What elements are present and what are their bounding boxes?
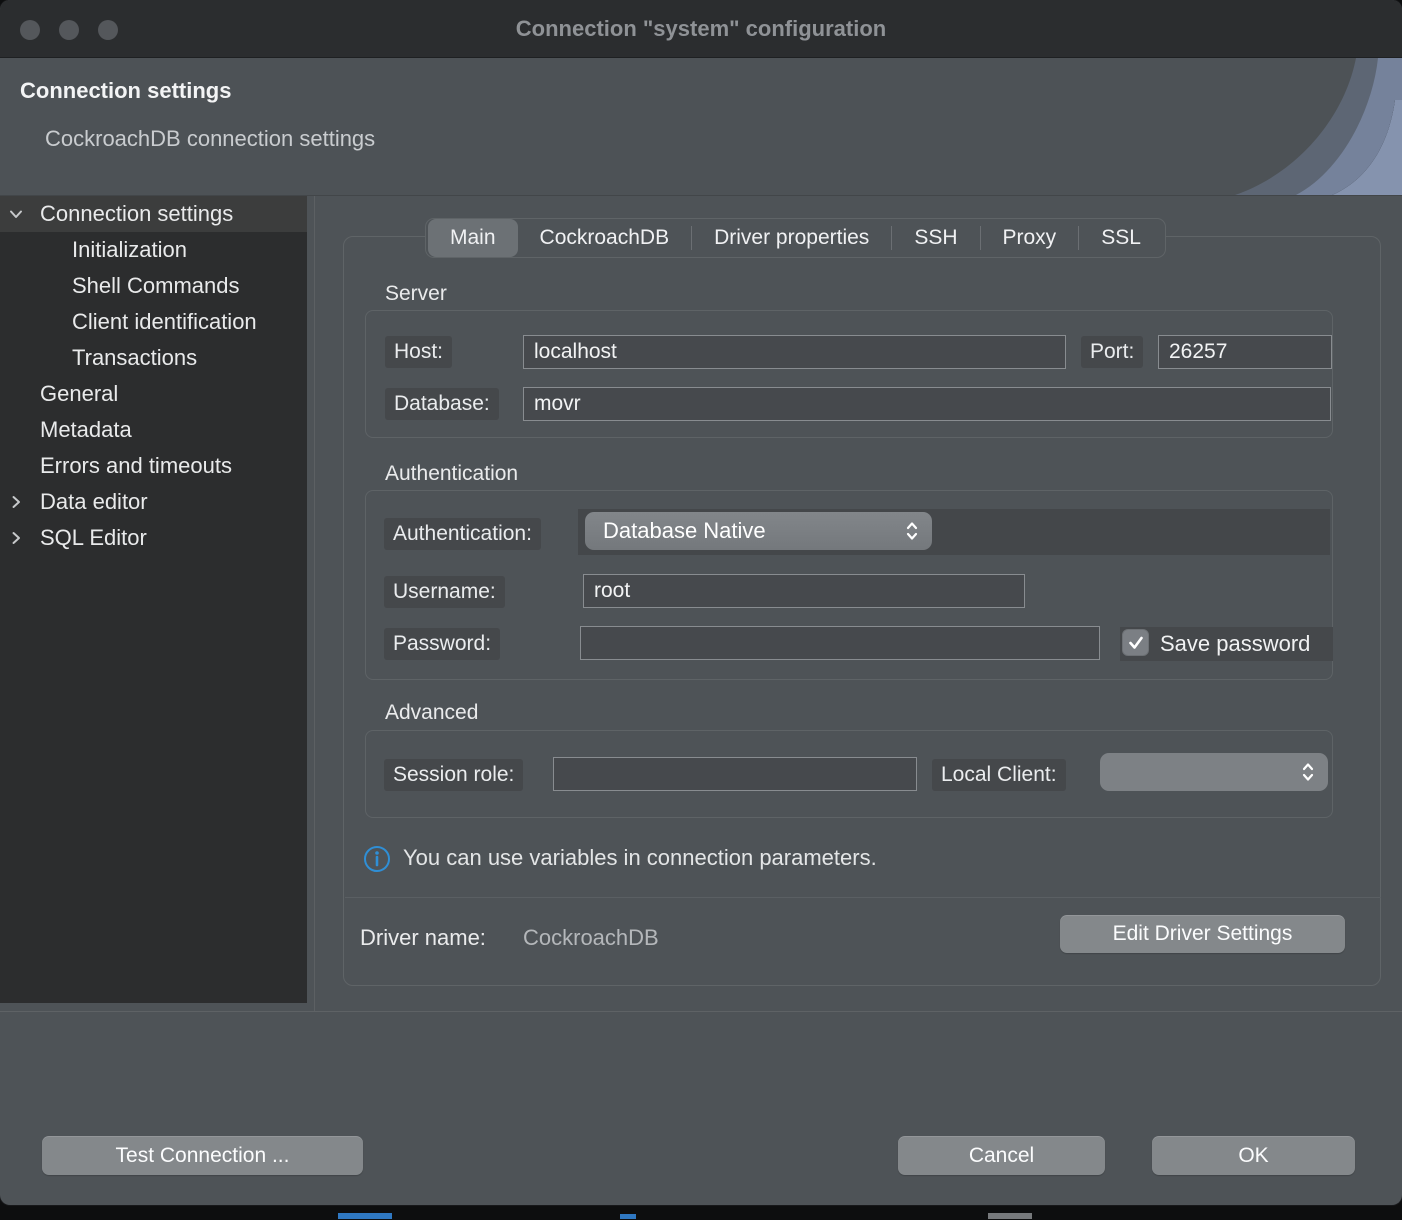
tree-item-initialization[interactable]: Initialization: [0, 232, 307, 268]
tree-item-data-editor[interactable]: Data editor: [0, 484, 307, 520]
tree-item-label: SQL Editor: [40, 520, 147, 556]
desktop-sliver: [338, 1213, 392, 1219]
port-input[interactable]: [1158, 335, 1332, 369]
authentication-label: Authentication:: [384, 518, 541, 550]
tab-cockroachdb[interactable]: CockroachDB: [518, 219, 692, 257]
checkmark-icon: [1128, 636, 1144, 650]
tree-item-label: Connection settings: [40, 196, 233, 232]
ok-button[interactable]: OK: [1152, 1136, 1355, 1175]
chevron-down-icon[interactable]: [8, 206, 24, 222]
tree-item-label: Metadata: [40, 412, 132, 448]
tree-item-label: Client identification: [72, 304, 257, 340]
settings-tree: Connection settings Initialization Shell…: [0, 196, 307, 1003]
tree-item-label: Transactions: [72, 340, 197, 376]
tab-proxy[interactable]: Proxy: [981, 219, 1079, 257]
save-password-label: Save password: [1160, 631, 1310, 656]
password-label: Password:: [384, 628, 500, 660]
window-title: Connection "system" configuration: [0, 0, 1402, 58]
save-password-checkbox[interactable]: [1122, 629, 1149, 656]
tree-item-sql-editor[interactable]: SQL Editor: [0, 520, 307, 556]
authentication-select-value: Database Native: [603, 518, 766, 543]
driver-name-value: CockroachDB: [523, 925, 659, 951]
port-label: Port:: [1081, 336, 1143, 368]
username-label: Username:: [384, 576, 505, 608]
session-role-label: Session role:: [384, 759, 523, 791]
session-role-input[interactable]: [553, 757, 917, 791]
chevron-right-icon[interactable]: [8, 530, 24, 546]
password-input[interactable]: [580, 626, 1100, 660]
tree-item-transactions[interactable]: Transactions: [0, 340, 307, 376]
test-connection-button[interactable]: Test Connection ...: [42, 1136, 363, 1175]
page-subtitle: CockroachDB connection settings: [45, 126, 375, 152]
edit-driver-settings-button[interactable]: Edit Driver Settings: [1060, 915, 1345, 953]
page-title: Connection settings: [20, 78, 231, 104]
tree-item-connection-settings[interactable]: Connection settings: [0, 196, 307, 232]
save-password-label-wrap: Save password: [1160, 631, 1333, 657]
titlebar: Connection "system" configuration: [0, 0, 1402, 58]
tree-item-label: Initialization: [72, 232, 187, 268]
variables-hint-text: You can use variables in connection para…: [403, 845, 877, 871]
tab-main[interactable]: Main: [428, 219, 518, 257]
connection-tabbar: Main CockroachDB Driver properties SSH P…: [425, 218, 1166, 258]
header-swoosh-graphic: [1082, 58, 1402, 196]
tab-ssl[interactable]: SSL: [1079, 219, 1163, 257]
sidebar-divider: [314, 196, 315, 1012]
updown-chevron-icon: [904, 520, 920, 542]
tab-driver-properties[interactable]: Driver properties: [692, 219, 891, 257]
tab-ssh[interactable]: SSH: [892, 219, 979, 257]
authentication-select[interactable]: Database Native: [585, 512, 932, 550]
updown-chevron-icon: [1300, 761, 1316, 783]
database-input[interactable]: [523, 387, 1331, 421]
tree-item-metadata[interactable]: Metadata: [0, 412, 307, 448]
info-icon: [363, 845, 391, 873]
local-client-label: Local Client:: [932, 759, 1066, 791]
local-client-select[interactable]: [1100, 753, 1328, 791]
driver-name-label: Driver name:: [360, 925, 486, 951]
tree-item-label: Shell Commands: [72, 268, 240, 304]
cancel-button[interactable]: Cancel: [898, 1136, 1105, 1175]
host-label: Host:: [385, 336, 452, 368]
footer-divider: [0, 1011, 1402, 1012]
chevron-right-icon[interactable]: [8, 494, 24, 510]
authentication-section-title: Authentication: [385, 462, 518, 486]
tree-item-label: General: [40, 376, 118, 412]
tree-item-shell-commands[interactable]: Shell Commands: [0, 268, 307, 304]
tree-item-label: Data editor: [40, 484, 148, 520]
database-label: Database:: [385, 388, 499, 420]
tree-item-label: Errors and timeouts: [40, 448, 232, 484]
desktop-sliver: [620, 1214, 636, 1219]
desktop-sliver: [988, 1213, 1032, 1219]
advanced-section-title: Advanced: [385, 701, 478, 725]
dialog-header: Connection settings CockroachDB connecti…: [0, 58, 1402, 196]
tree-item-client-identification[interactable]: Client identification: [0, 304, 307, 340]
host-input[interactable]: [523, 335, 1066, 369]
username-input[interactable]: [583, 574, 1025, 608]
server-section-title: Server: [385, 282, 447, 306]
connection-configuration-dialog: Connection "system" configuration Connec…: [0, 0, 1402, 1205]
tree-item-errors-and-timeouts[interactable]: Errors and timeouts: [0, 448, 307, 484]
driver-row-divider: [345, 897, 1381, 898]
tree-item-general[interactable]: General: [0, 376, 307, 412]
